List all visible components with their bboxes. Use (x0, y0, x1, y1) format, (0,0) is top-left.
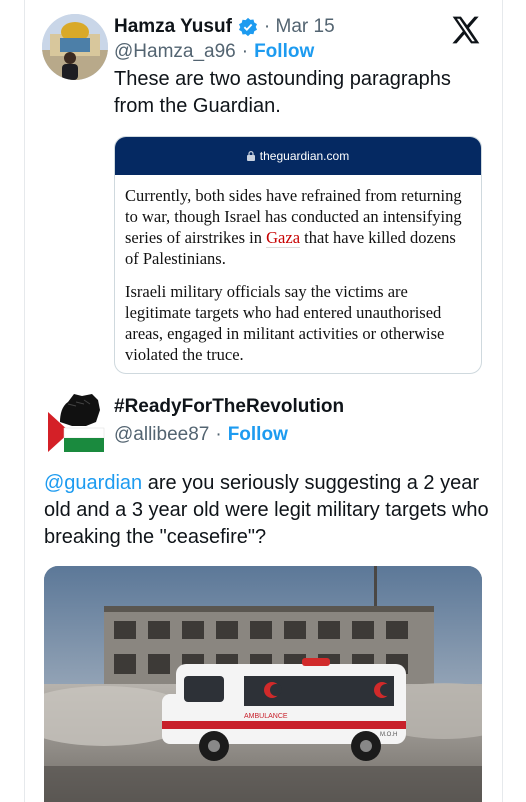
ambulance-photo-image: AMBULANCE M.O.H (44, 566, 482, 802)
quoted-author-handle-row: @allibee87 · Follow (114, 424, 288, 446)
quoted-author-name[interactable]: #ReadyForTheRevolution (114, 396, 344, 418)
tweet-date[interactable]: · Mar 15 (264, 16, 335, 38)
follow-button[interactable]: Follow (254, 41, 314, 63)
avatar-photo (42, 14, 108, 80)
ambulance-photo[interactable]: AMBULANCE M.O.H (44, 566, 482, 802)
quoted-follow-button[interactable]: Follow (228, 424, 288, 446)
author-name[interactable]: Hamza Yusuf (114, 16, 232, 38)
card-url-bar: theguardian.com (115, 137, 481, 175)
author-handle[interactable]: @Hamza_a96 (114, 41, 236, 63)
article-excerpt: Currently, both sides have refrained fro… (115, 175, 481, 365)
tweet-header: Hamza Yusuf · Mar 15 (114, 14, 335, 40)
separator-dot: · (241, 41, 249, 62)
ambulance-label: AMBULANCE (244, 713, 288, 720)
right-border (502, 0, 503, 802)
excerpt-paragraph-2: Israeli military officials say the victi… (125, 282, 445, 364)
verified-badge-icon (238, 17, 257, 37)
left-border (24, 0, 25, 802)
moh-label: M.O.H (380, 732, 397, 738)
quoted-author-avatar[interactable] (46, 392, 106, 456)
link-card[interactable]: theguardian.com Currently, both sides ha… (114, 136, 482, 374)
tweet-text: These are two astounding paragraphs from… (114, 68, 451, 117)
quoted-author-handle[interactable]: @allibee87 (114, 424, 209, 446)
excerpt-paragraph-1: Currently, both sides have refrained fro… (125, 185, 471, 269)
card-domain: theguardian.com (259, 149, 350, 163)
author-avatar[interactable] (42, 14, 108, 80)
gaza-link[interactable]: Gaza (266, 228, 301, 248)
guardian-mention-link[interactable]: @guardian (44, 472, 142, 494)
lock-icon (246, 151, 255, 161)
x-logo-icon[interactable] (450, 14, 482, 46)
author-handle-row: @Hamza_a96 · Follow (114, 41, 314, 63)
quoted-tweet-text: @guardian are you seriously suggesting a… (44, 470, 494, 551)
separator-dot: · (215, 424, 222, 445)
